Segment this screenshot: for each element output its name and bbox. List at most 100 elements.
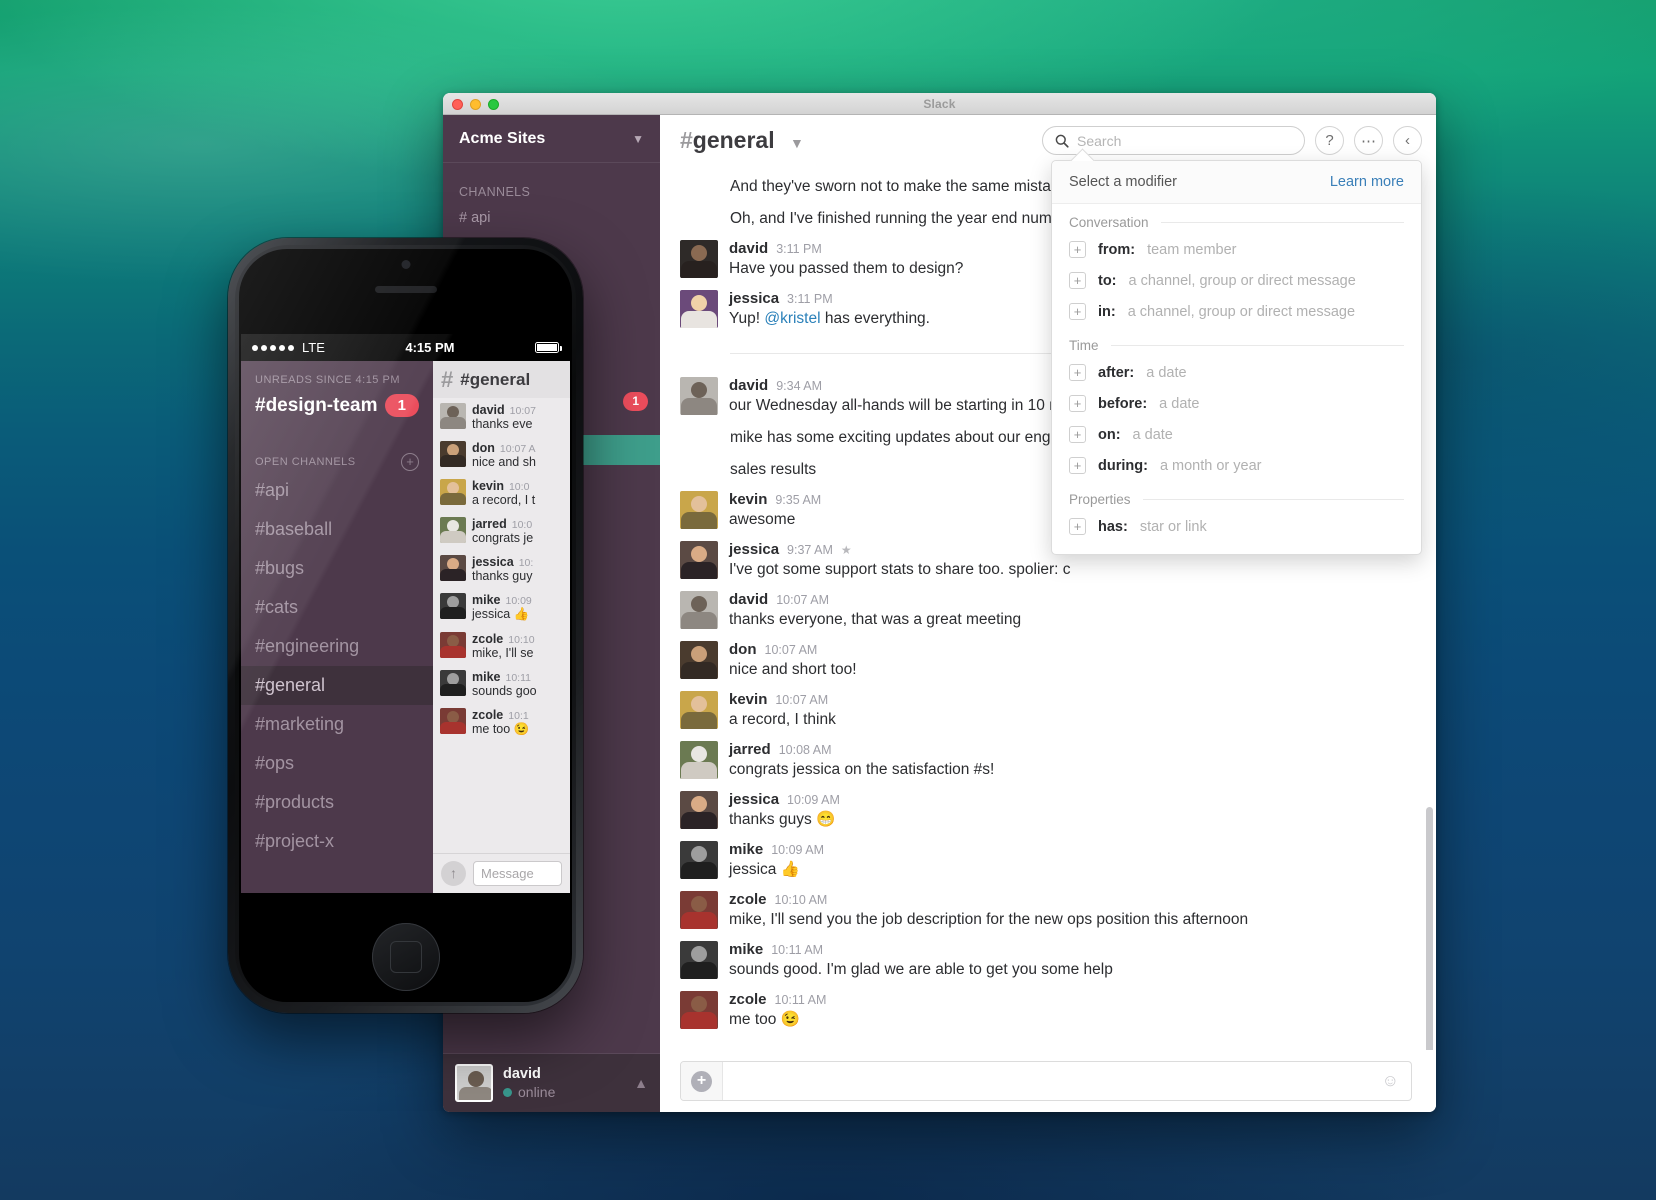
star-icon[interactable]: ★ — [841, 543, 852, 557]
home-button[interactable] — [372, 923, 440, 991]
phone-screen[interactable]: LTE 4:15 PM UNREADS SINCE 4:15 PM #desig… — [241, 334, 570, 893]
message-author[interactable]: jessica — [729, 290, 779, 307]
modifier-item-after[interactable]: + after: a date — [1052, 357, 1421, 388]
phone-channel-baseball[interactable]: #baseball — [241, 510, 433, 549]
chevron-down-icon[interactable]: ▼ — [790, 135, 804, 151]
collapse-panel-button[interactable]: ‹ — [1393, 126, 1422, 155]
team-header[interactable]: Acme Sites ▼ — [443, 115, 660, 163]
message-text: thanks guys 😁 — [729, 808, 1412, 832]
phone-channel-bugs[interactable]: #bugs — [241, 549, 433, 588]
modifier-value: a date — [1146, 365, 1186, 381]
message-author[interactable]: kevin — [729, 691, 767, 708]
message-author[interactable]: jarred — [729, 741, 771, 758]
phone-channel-title: #general — [460, 370, 530, 390]
user-mention[interactable]: @kristel — [764, 310, 820, 327]
close-window-button[interactable] — [452, 99, 463, 110]
search-modifier-dropdown[interactable]: Select a modifier Learn more Conversatio… — [1051, 160, 1422, 555]
phone-message-row[interactable]: zcole10:10mike, I'll se — [433, 627, 570, 665]
add-attachment-button[interactable]: + — [681, 1062, 723, 1100]
avatar — [680, 741, 718, 779]
unread-badge: 1 — [385, 394, 419, 417]
emoji-picker-icon[interactable]: ☺ — [1382, 1071, 1399, 1091]
modifier-item-in[interactable]: + in: a channel, group or direct message — [1052, 296, 1421, 327]
phone-message-row[interactable]: jarred10:0congrats je — [433, 512, 570, 550]
message-author[interactable]: don — [729, 641, 757, 658]
modifier-item-on[interactable]: + on: a date — [1052, 419, 1421, 450]
message-row[interactable]: jarred10:08 AM congrats jessica on the s… — [660, 736, 1436, 786]
phone-message-row[interactable]: kevin10:0a record, I t — [433, 474, 570, 512]
open-channels-header: OPEN CHANNELS + — [241, 417, 433, 471]
phone-unread-channel-row[interactable]: #design-team 1 — [241, 386, 433, 417]
message-row[interactable]: david10:07 AM thanks everyone, that was … — [660, 586, 1436, 636]
message-author[interactable]: kevin — [729, 491, 767, 508]
help-button[interactable]: ? — [1315, 126, 1344, 155]
phone-channel-marketing[interactable]: #marketing — [241, 705, 433, 744]
window-controls[interactable] — [452, 99, 499, 110]
message-row[interactable]: kevin10:07 AM a record, I think — [660, 686, 1436, 736]
phone-channel-project-x[interactable]: #project-x — [241, 822, 433, 861]
message-author[interactable]: zcole — [729, 891, 767, 908]
phone-message-row[interactable]: don10:07 Anice and sh — [433, 436, 570, 474]
more-options-button[interactable]: ⋯ — [1354, 126, 1383, 155]
message-row[interactable]: mike10:09 AM jessica 👍 — [660, 836, 1436, 886]
message-time: 3:11 PM — [776, 242, 822, 256]
phone-message-row[interactable]: zcole10:1me too 😉 — [433, 703, 570, 742]
message-scrollbar[interactable] — [1426, 807, 1433, 1050]
upload-icon[interactable]: ↑ — [441, 861, 466, 886]
message-author[interactable]: david — [729, 591, 768, 608]
phone-channel-cats[interactable]: #cats — [241, 588, 433, 627]
phone-message-time: 10:0 — [512, 519, 532, 531]
phone-channel-general[interactable]: #general — [241, 666, 433, 705]
phone-message-input[interactable]: Message — [473, 861, 562, 886]
modifier-item-during[interactable]: + during: a month or year — [1052, 450, 1421, 481]
phone-channel-ops[interactable]: #ops — [241, 744, 433, 783]
learn-more-link[interactable]: Learn more — [1330, 174, 1404, 190]
modifier-item-has[interactable]: + has: star or link — [1052, 511, 1421, 542]
phone-message-row[interactable]: david10:07thanks eve — [433, 398, 570, 436]
chevron-up-icon[interactable]: ▲ — [634, 1075, 648, 1091]
window-titlebar[interactable]: Slack — [443, 93, 1436, 115]
message-author[interactable]: david — [729, 377, 768, 394]
message-row[interactable]: zcole10:11 AM me too 😉 — [660, 986, 1436, 1036]
message-author[interactable]: mike — [729, 941, 763, 958]
message-row[interactable]: jessica10:09 AM thanks guys 😁 — [660, 786, 1436, 836]
message-author[interactable]: zcole — [729, 991, 767, 1008]
phone-channel-api[interactable]: #api — [241, 471, 433, 510]
message-input[interactable] — [723, 1073, 1382, 1090]
modifier-value: a channel, group or direct message — [1129, 273, 1356, 289]
message-author[interactable]: jessica — [729, 791, 779, 808]
modifier-item-before[interactable]: + before: a date — [1052, 388, 1421, 419]
modifier-item-from[interactable]: + from: team member — [1052, 234, 1421, 265]
modifier-group-title: Time — [1052, 327, 1421, 357]
message-author[interactable]: mike — [729, 841, 763, 858]
modifier-group-title: Conversation — [1052, 204, 1421, 234]
current-user-box[interactable]: david online ▲ — [443, 1053, 660, 1112]
search-input[interactable] — [1077, 133, 1292, 149]
avatar — [680, 691, 718, 729]
phone-sidebar[interactable]: UNREADS SINCE 4:15 PM #design-team 1 OPE… — [241, 361, 433, 893]
modifier-key: before: — [1098, 396, 1147, 412]
phone-channel-products[interactable]: #products — [241, 783, 433, 822]
message-time: 10:08 AM — [779, 743, 832, 757]
front-camera-icon — [401, 260, 410, 269]
phone-message-text: a record, I t — [472, 493, 563, 507]
phone-message-row[interactable]: mike10:11sounds goo — [433, 665, 570, 703]
minimize-window-button[interactable] — [470, 99, 481, 110]
message-row[interactable]: zcole10:10 AM mike, I'll send you the jo… — [660, 886, 1436, 936]
phone-channel-engineering[interactable]: #engineering — [241, 627, 433, 666]
chevron-down-icon[interactable]: ▼ — [632, 132, 644, 146]
message-text: thanks everyone, that was a great meetin… — [729, 608, 1412, 632]
sidebar-channel-api[interactable]: # api — [443, 205, 660, 231]
phone-message-row[interactable]: mike10:09jessica 👍 — [433, 588, 570, 627]
modifier-item-to[interactable]: + to: a channel, group or direct message — [1052, 265, 1421, 296]
maximize-window-button[interactable] — [488, 99, 499, 110]
phone-message-row[interactable]: jessica10:thanks guy — [433, 550, 570, 588]
page-title[interactable]: #general ▼ — [680, 127, 804, 154]
message-row[interactable]: mike10:11 AM sounds good. I'm glad we ar… — [660, 936, 1436, 986]
avatar — [680, 991, 718, 1029]
add-channel-icon[interactable]: + — [401, 453, 419, 471]
message-row[interactable]: don10:07 AM nice and short too! — [660, 636, 1436, 686]
message-author[interactable]: jessica — [729, 541, 779, 558]
message-author[interactable]: david — [729, 240, 768, 257]
phone-channel-header[interactable]: # #general — [433, 361, 570, 398]
